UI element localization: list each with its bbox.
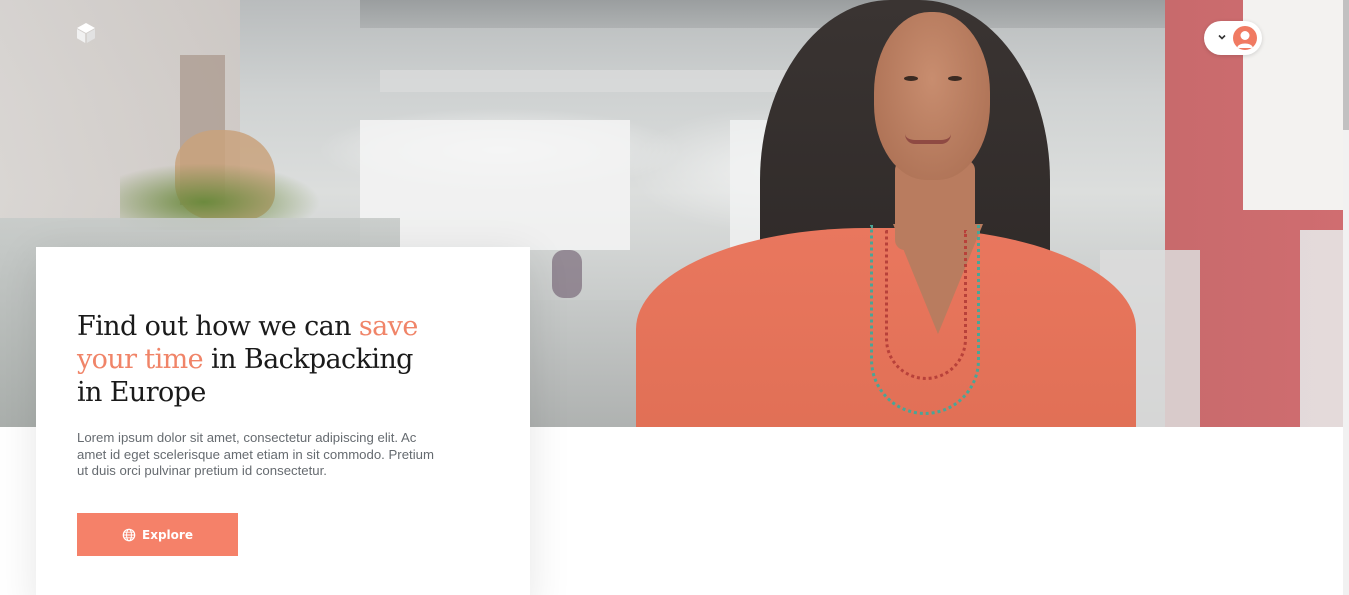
person-face bbox=[874, 12, 990, 180]
person-eye bbox=[948, 76, 962, 81]
hero-description: Lorem ipsum dolor sit amet, consectetur … bbox=[77, 430, 434, 478]
hero-title-part1: Find out how we can bbox=[77, 311, 359, 342]
scrollbar-thumb[interactable] bbox=[1343, 0, 1349, 130]
background-ceiling bbox=[360, 0, 1180, 28]
hero-title: Find out how we can save your time in Ba… bbox=[77, 310, 437, 409]
chevron-down-icon bbox=[1218, 34, 1226, 40]
globe-icon bbox=[122, 528, 136, 541]
user-menu-button[interactable] bbox=[1204, 21, 1262, 55]
explore-button[interactable]: Explore bbox=[77, 513, 238, 556]
background-window bbox=[360, 120, 630, 250]
cube-icon[interactable] bbox=[74, 21, 98, 45]
explore-button-label: Explore bbox=[142, 527, 193, 542]
person-eye bbox=[904, 76, 918, 81]
person-necklace bbox=[885, 230, 967, 380]
background-shelf bbox=[1300, 230, 1343, 427]
page-scrollbar[interactable] bbox=[1343, 0, 1349, 595]
user-avatar-icon bbox=[1233, 26, 1257, 50]
background-chair bbox=[552, 250, 582, 298]
person-smile bbox=[905, 134, 951, 144]
hero-card: Find out how we can save your time in Ba… bbox=[36, 247, 530, 595]
